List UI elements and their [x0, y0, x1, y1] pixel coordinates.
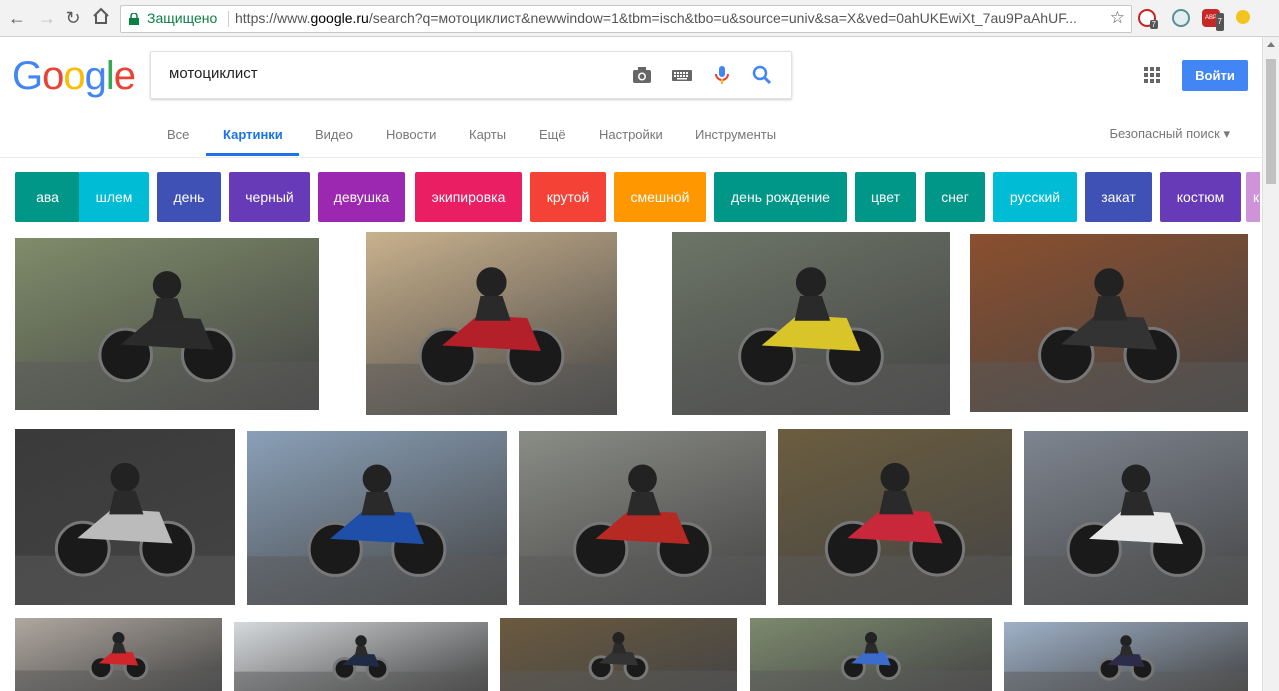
related-search-chip[interactable]: крутой [530, 172, 606, 222]
tab-settings[interactable]: Настройки [599, 127, 663, 142]
related-search-chip[interactable]: экипировка [415, 172, 522, 222]
search-input[interactable] [167, 64, 611, 83]
reload-icon[interactable]: ↻ [62, 7, 84, 29]
logo-letter: o [63, 54, 85, 98]
motorcycle-photo [500, 632, 737, 691]
logo-letter: G [12, 54, 43, 98]
related-search-chip[interactable]: к [1246, 172, 1260, 222]
related-search-chip[interactable]: ава [15, 172, 80, 222]
image-result[interactable] [1024, 431, 1248, 605]
camera-icon[interactable] [631, 64, 653, 86]
image-result[interactable] [15, 618, 222, 691]
tab-images[interactable]: Картинки [223, 127, 283, 142]
related-search-chip[interactable]: девушка [318, 172, 405, 222]
related-searches-bar: ава шлем день черный девушка экипировка крутой… [15, 172, 1260, 222]
logo-letter: o [42, 54, 64, 98]
related-search-chip[interactable]: русский [993, 172, 1077, 222]
address-separator [228, 11, 229, 27]
motorcycle-photo [970, 268, 1248, 412]
motorcycle-photo [247, 464, 507, 605]
safe-search-label: Безопасный поиск [1109, 126, 1220, 141]
extension-icon[interactable] [1172, 9, 1190, 27]
logo-letter: e [113, 54, 136, 98]
image-result[interactable] [366, 232, 617, 415]
related-search-chip[interactable]: день рождение [714, 172, 847, 222]
motorcycle-photo [366, 267, 617, 415]
search-tabs: Все Картинки Видео Новости Карты Ещё Нас… [0, 120, 1260, 157]
tab-all[interactable]: Все [167, 127, 189, 142]
related-search-chip[interactable]: смешной [614, 172, 706, 222]
tab-tools[interactable]: Инструменты [695, 127, 776, 142]
tab-video[interactable]: Видео [315, 127, 353, 142]
address-bar[interactable]: Защищено https://www.google.ru/search?q=… [120, 5, 1132, 33]
apps-grid-icon[interactable] [1144, 67, 1160, 83]
keyboard-icon[interactable] [671, 64, 693, 86]
microphone-icon[interactable] [711, 64, 733, 86]
image-result[interactable] [970, 234, 1248, 412]
back-icon[interactable]: ← [6, 7, 28, 29]
safe-search-toggle[interactable]: Безопасный поиск ▾ [1109, 126, 1230, 142]
logo-letter: l [105, 54, 115, 98]
extension-badge: 7 [1149, 20, 1158, 29]
opera-extension-icon[interactable]: 7 [1138, 9, 1158, 29]
secure-label: Защищено [147, 10, 218, 26]
related-search-chip[interactable]: снег [925, 172, 985, 222]
motorcycle-photo [15, 632, 222, 691]
tab-more[interactable]: Ещё [539, 127, 566, 142]
lock-icon [129, 12, 139, 25]
bookmark-star-icon[interactable]: ☆ [1110, 8, 1125, 28]
adblock-extension-icon[interactable]: ABP 7 [1202, 9, 1224, 31]
search-box [150, 51, 792, 99]
forward-icon[interactable]: → [36, 7, 58, 29]
google-logo[interactable]: Google [12, 54, 136, 99]
related-search-chip[interactable]: цвет [855, 172, 916, 222]
image-result[interactable] [234, 622, 488, 691]
logo-letter: g [84, 54, 107, 98]
motorcycle-photo [750, 632, 992, 691]
home-icon[interactable] [90, 7, 112, 29]
motorcycle-photo [778, 462, 1012, 605]
related-search-chip[interactable]: шлем [79, 172, 149, 222]
motorcycle-photo [1024, 464, 1248, 605]
image-result[interactable] [519, 431, 766, 605]
sign-in-button[interactable]: Войти [1182, 60, 1248, 91]
image-result[interactable] [15, 238, 319, 410]
motorcycle-photo [234, 635, 488, 691]
tab-maps[interactable]: Карты [469, 127, 506, 142]
image-result[interactable] [500, 618, 737, 691]
page-scrollbar[interactable] [1262, 37, 1279, 691]
image-result[interactable] [672, 232, 950, 415]
image-result[interactable] [750, 618, 992, 691]
image-result[interactable] [247, 431, 507, 605]
motorcycle-photo [672, 267, 950, 415]
related-search-chip[interactable]: костюм [1160, 172, 1241, 222]
related-search-chip[interactable]: закат [1085, 172, 1152, 222]
extension-badge: 7 [1215, 13, 1224, 31]
browser-toolbar: ← → ↻ Защищено https://www.google.ru/sea… [0, 0, 1279, 37]
header-divider [0, 157, 1262, 158]
tab-news[interactable]: Новости [386, 127, 436, 142]
motorcycle-photo [15, 462, 235, 605]
image-result[interactable] [15, 429, 235, 605]
scroll-up-arrow-icon[interactable] [1267, 42, 1275, 47]
image-result[interactable] [1004, 622, 1248, 691]
motorcycle-photo [519, 464, 766, 605]
active-tab-underline [206, 153, 299, 156]
image-result[interactable] [778, 429, 1012, 605]
extension-icon[interactable] [1236, 10, 1250, 24]
related-search-chip[interactable]: день [157, 172, 221, 222]
search-icon[interactable] [751, 64, 773, 86]
motorcycle-photo [1004, 635, 1248, 691]
url-text[interactable]: https://www.google.ru/search?q=мотоцикли… [235, 10, 1099, 26]
motorcycle-photo [15, 271, 319, 410]
related-search-chip[interactable]: черный [229, 172, 310, 222]
scrollbar-thumb[interactable] [1266, 59, 1276, 184]
